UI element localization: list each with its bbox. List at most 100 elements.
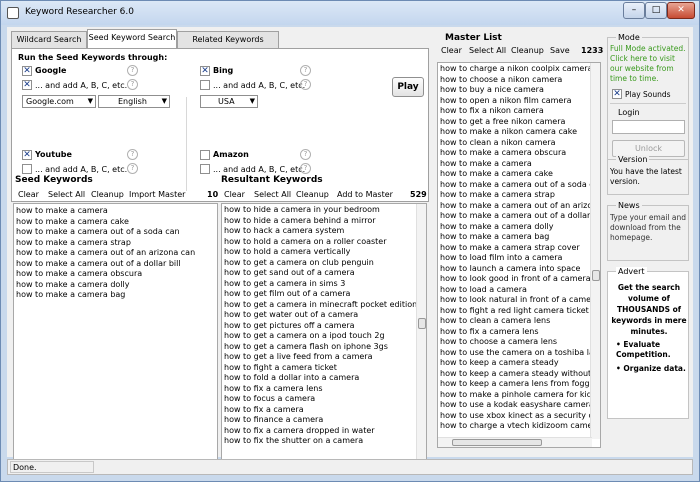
list-item[interactable]: how to get a camera on club penguin [222,258,426,269]
seed-select-all-button[interactable]: Select All [48,190,85,199]
list-item[interactable]: how to launch a camera into space [438,264,600,275]
bing-region-select[interactable]: USA ▼ [200,95,258,108]
list-item[interactable]: how to hide a camera behind a mirror [222,216,426,227]
list-item[interactable]: how to keep a camera steady [438,358,600,369]
list-item[interactable]: how to get a camera in minecraft pocket … [222,300,426,311]
seed-cleanup-button[interactable]: Cleanup [91,190,124,199]
list-item[interactable]: how to fold a dollar into a camera [222,373,426,384]
list-item[interactable]: how to make a camera [14,206,217,217]
list-item[interactable]: how to hold a camera on a roller coaster [222,237,426,248]
list-item[interactable]: how to fix a camera lens [438,327,600,338]
list-item[interactable]: how to make a camera obscura [438,148,600,159]
resultant-clear-button[interactable]: Clear [224,190,245,199]
youtube-add-abc-help-icon[interactable]: ? [127,163,138,174]
master-clear-button[interactable]: Clear [441,46,462,55]
list-item[interactable]: how to make a camera bag [14,290,217,301]
resultant-keywords-list[interactable]: how to hide a camera in your bedroom how … [221,203,427,473]
google-domain-select[interactable]: Google.com ▼ [22,95,96,108]
play-button[interactable]: Play [392,77,424,97]
master-scroll-thumb[interactable] [592,270,600,281]
resultant-select-all-button[interactable]: Select All [254,190,291,199]
google-help-icon[interactable]: ? [127,65,138,76]
list-item[interactable]: how to fight a camera ticket [222,363,426,374]
master-cleanup-button[interactable]: Cleanup [511,46,544,55]
google-add-abc-checkbox[interactable]: ✕ [22,80,32,90]
list-item[interactable]: how to make a camera [438,159,600,170]
list-item[interactable]: how to charge a vtech kidizoom camer [438,421,600,432]
master-list[interactable]: how to charge a nikon coolpix camera how … [437,62,601,448]
list-item[interactable]: how to use the camera on a toshiba la [438,348,600,359]
list-item[interactable]: how to get a camera on a ipod touch 2g [222,331,426,342]
list-item[interactable]: how to get a camera in sims 3 [222,279,426,290]
list-item[interactable]: how to make a camera out of a dollar bil… [14,259,217,270]
list-item[interactable]: how to make a camera dolly [14,280,217,291]
list-item[interactable]: how to get pictures off a camera [222,321,426,332]
tab-related-keywords-search[interactable]: Related Keywords Search [177,31,279,60]
amazon-help-icon[interactable]: ? [300,149,311,160]
master-select-all-button[interactable]: Select All [469,46,506,55]
list-item[interactable]: how to choose a camera lens [438,337,600,348]
list-item[interactable]: how to make a camera out of an arizo [438,201,600,212]
bing-add-abc-checkbox[interactable] [200,80,210,90]
list-item[interactable]: how to make a camera bag [438,232,600,243]
google-language-select[interactable]: English ▼ [98,95,170,108]
list-item[interactable]: how to make a camera out of an arizona c… [14,248,217,259]
play-sounds-checkbox[interactable]: ✕ [612,89,622,99]
resultant-scrollbar[interactable] [416,204,426,472]
list-item[interactable]: how to clean a camera lens [438,316,600,327]
list-item[interactable]: how to focus a camera [222,394,426,405]
seed-keywords-list[interactable]: how to make a camera how to make a camera… [13,203,218,473]
close-button[interactable]: ✕ [667,2,695,19]
list-item[interactable]: how to make a camera dolly [438,222,600,233]
list-item[interactable]: how to use xbox kinect as a security c [438,411,600,422]
list-item[interactable]: how to make a pinhole camera for kid [438,390,600,401]
master-save-button[interactable]: Save [550,46,570,55]
youtube-help-icon[interactable]: ? [127,149,138,160]
google-add-abc-help-icon[interactable]: ? [127,79,138,90]
list-item[interactable]: how to make a camera strap [14,238,217,249]
list-item[interactable]: how to make a camera out of a soda c [438,180,600,191]
list-item[interactable]: how to make a nikon camera cake [438,127,600,138]
list-item[interactable]: how to choose a nikon camera [438,75,600,86]
list-item[interactable]: how to fix a nikon camera [438,106,600,117]
list-item[interactable]: how to get a free nikon camera [438,117,600,128]
list-item[interactable]: how to make a camera strap cover [438,243,600,254]
list-item[interactable]: how to finance a camera [222,415,426,426]
minimize-button[interactable]: – [623,2,645,19]
bing-help-icon[interactable]: ? [300,65,311,76]
list-item[interactable]: how to keep a camera steady without [438,369,600,380]
resultant-scroll-thumb[interactable] [418,318,426,329]
amazon-add-abc-checkbox[interactable] [200,164,210,174]
resultant-cleanup-button[interactable]: Cleanup [296,190,329,199]
list-item[interactable]: how to get water out of a camera [222,310,426,321]
list-item[interactable]: how to load a camera [438,285,600,296]
list-item[interactable]: how to make a camera out of a soda can [14,227,217,238]
bing-add-abc-help-icon[interactable]: ? [300,79,311,90]
list-item[interactable]: how to fix a camera dropped in water [222,426,426,437]
amazon-add-abc-help-icon[interactable]: ? [300,163,311,174]
list-item[interactable]: how to fix the shutter on a camera [222,436,426,447]
maximize-button[interactable]: □ [645,2,667,19]
youtube-checkbox[interactable]: ✕ [22,150,32,160]
bing-checkbox[interactable]: ✕ [200,66,210,76]
list-item[interactable]: how to get sand out of a camera [222,268,426,279]
list-item[interactable]: how to fix a camera [222,405,426,416]
list-item[interactable]: how to make a camera obscura [14,269,217,280]
list-item[interactable]: how to clean a nikon camera [438,138,600,149]
seed-import-master-button[interactable]: Import Master [129,190,185,199]
list-item[interactable]: how to look natural in front of a came [438,295,600,306]
list-item[interactable]: how to use a kodak easyshare camera [438,400,600,411]
login-input[interactable] [612,120,685,134]
tab-wildcard-search[interactable]: Wildcard Search [11,31,87,48]
list-item[interactable]: how to hack a camera system [222,226,426,237]
list-item[interactable]: how to fix a camera lens [222,384,426,395]
list-item[interactable]: how to make a camera cake [14,217,217,228]
tab-seed-keyword-search[interactable]: Seed Keyword Search [87,29,177,49]
master-horizontal-scrollbar[interactable] [438,437,592,447]
list-item[interactable]: how to charge a nikon coolpix camera [438,64,600,75]
list-item[interactable]: how to fight a red light camera ticket [438,306,600,317]
resultant-add-to-master-button[interactable]: Add to Master [337,190,393,199]
list-item[interactable]: how to keep a camera lens from foggi [438,379,600,390]
mode-link[interactable]: Full Mode activated. Click here to visit… [610,44,688,84]
list-item[interactable]: how to hold a camera vertically [222,247,426,258]
